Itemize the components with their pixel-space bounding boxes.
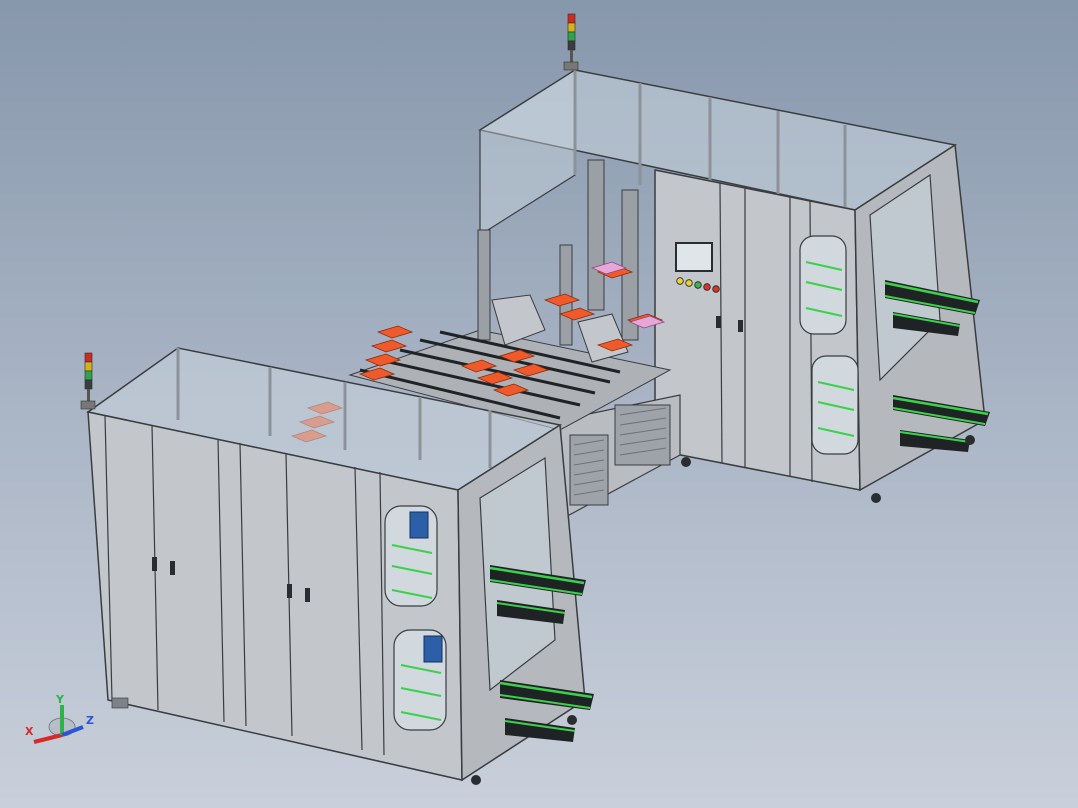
door-handle[interactable] — [305, 588, 310, 602]
control-lamp[interactable] — [694, 281, 702, 289]
leveling-foot — [111, 697, 129, 709]
door-handle[interactable] — [738, 320, 743, 332]
signal-tower-left[interactable] — [80, 352, 96, 410]
hmi-touchscreen[interactable] — [675, 242, 713, 272]
door-handle[interactable] — [716, 316, 721, 328]
drive-motor — [423, 635, 443, 663]
door-handle[interactable] — [152, 557, 157, 571]
caster-wheel — [965, 435, 975, 445]
caster-wheel — [681, 457, 691, 467]
control-lamp[interactable] — [685, 279, 693, 287]
drive-motor — [409, 511, 429, 539]
signal-tower-right[interactable] — [563, 13, 579, 71]
control-lamp[interactable] — [676, 277, 684, 285]
caster-wheel — [567, 715, 577, 725]
x-axis-arrow — [33, 733, 63, 744]
control-lamp[interactable] — [712, 285, 720, 293]
z-axis-label: Z — [86, 714, 94, 727]
door-handle[interactable] — [287, 584, 292, 598]
cad-viewport[interactable]: X Y Z — [0, 0, 1078, 808]
caster-wheel — [871, 493, 881, 503]
coordinate-triad[interactable]: X Y Z — [25, 693, 94, 744]
x-axis-label: X — [25, 725, 34, 738]
door-handle[interactable] — [170, 561, 175, 575]
y-axis-label: Y — [55, 693, 65, 706]
control-lamp[interactable] — [703, 283, 711, 291]
machine-assembly-model[interactable]: X Y Z — [0, 0, 1078, 808]
caster-wheel — [471, 775, 481, 785]
